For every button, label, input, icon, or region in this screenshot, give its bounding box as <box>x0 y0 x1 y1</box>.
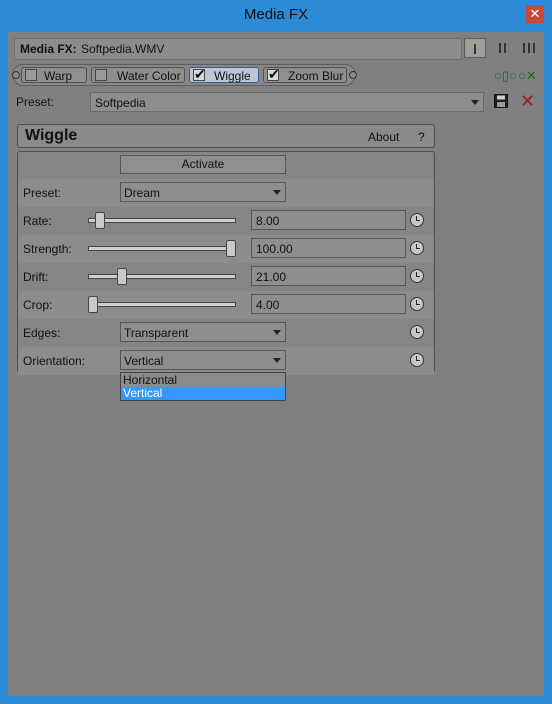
crop-value: 4.00 <box>256 298 280 312</box>
crop-slider-thumb[interactable] <box>88 296 98 313</box>
single-column-view-button[interactable] <box>464 38 486 58</box>
drift-slider-track[interactable] <box>88 274 236 279</box>
title-bar[interactable]: Media FX ✕ <box>0 0 552 32</box>
save-preset-icon[interactable] <box>494 94 508 108</box>
chain-item-label: Warp <box>44 69 73 83</box>
crop-slider-track[interactable] <box>88 302 236 307</box>
rate-slider-track[interactable] <box>88 218 236 223</box>
warp-checkbox[interactable] <box>25 69 37 81</box>
media-fx-bar: Media FX: Softpedia.WMV <box>14 38 462 60</box>
zoom-blur-checkbox[interactable] <box>267 66 280 83</box>
param-label: Drift: <box>23 270 49 284</box>
param-label: Crop: <box>23 298 53 312</box>
two-column-view-button[interactable] <box>492 38 514 58</box>
media-file-name: Softpedia.WMV <box>81 42 165 56</box>
strength-value-field[interactable]: 100.00 <box>251 238 406 258</box>
edges-value: Transparent <box>124 326 189 340</box>
orientation-select[interactable]: Vertical <box>120 350 286 370</box>
drift-slider-thumb[interactable] <box>116 268 127 285</box>
param-row-edges: Edges: Transparent <box>18 319 434 347</box>
chain-item-warp[interactable]: Warp <box>21 67 87 83</box>
chain-end-icon <box>349 71 357 79</box>
chevron-down-icon <box>273 358 281 363</box>
dropdown-option-vertical[interactable]: Vertical <box>121 387 285 400</box>
wiggle-parameters-panel: Activate Preset: Dream Rate: 8.00 Streng… <box>17 151 435 375</box>
close-button[interactable]: ✕ <box>526 5 544 23</box>
edges-keyframe-icon[interactable] <box>410 325 424 339</box>
preset-label: Preset: <box>16 95 55 109</box>
param-label: Orientation: <box>23 354 86 368</box>
param-row-rate: Rate: 8.00 <box>18 207 434 235</box>
param-row-preset: Preset: Dream <box>18 179 434 207</box>
drift-value: 21.00 <box>256 270 287 284</box>
delete-preset-icon[interactable]: ✕ <box>520 92 535 110</box>
param-label: Edges: <box>23 326 61 340</box>
orientation-dropdown-list: Horizontal Vertical <box>120 372 286 401</box>
window-title: Media FX <box>243 6 309 23</box>
rate-value: 8.00 <box>256 214 280 228</box>
chain-item-zoom-blur[interactable]: Zoom Blur <box>263 66 347 83</box>
chevron-down-icon <box>273 190 281 195</box>
rate-value-field[interactable]: 8.00 <box>251 210 406 230</box>
effect-preset-select[interactable]: Dream <box>120 182 286 202</box>
about-button[interactable]: About <box>368 130 399 144</box>
param-row-drift: Drift: 21.00 <box>18 263 434 291</box>
chain-item-label: Water Color <box>117 69 181 83</box>
edges-select[interactable]: Transparent <box>120 322 286 342</box>
param-row-crop: Crop: 4.00 <box>18 291 434 319</box>
param-row-orientation: Orientation: Vertical <box>18 347 434 375</box>
water-color-checkbox[interactable] <box>95 69 107 81</box>
strength-value: 100.00 <box>256 242 293 256</box>
preset-select[interactable]: Softpedia <box>90 92 484 112</box>
chain-item-water-color[interactable]: Water Color <box>91 67 185 83</box>
remove-plugin-icon[interactable]: ○✕ <box>518 68 537 84</box>
wiggle-checkbox[interactable] <box>193 66 206 83</box>
chevron-down-icon <box>471 100 479 105</box>
rate-slider-thumb[interactable] <box>94 212 105 229</box>
chain-item-wiggle[interactable]: Wiggle <box>189 66 259 83</box>
chain-start-icon <box>12 71 20 79</box>
param-label: Rate: <box>23 214 52 228</box>
chevron-down-icon <box>273 330 281 335</box>
drift-value-field[interactable]: 21.00 <box>251 266 406 286</box>
plugin-chain: Warp Water Color Wiggle Zoom Blur <box>12 64 357 86</box>
crop-value-field[interactable]: 4.00 <box>251 294 406 314</box>
param-label: Strength: <box>23 242 72 256</box>
chain-item-label: Zoom Blur <box>288 69 344 83</box>
chain-item-label: Wiggle <box>214 69 251 83</box>
strength-slider-thumb[interactable] <box>226 240 236 257</box>
rate-keyframe-icon[interactable] <box>410 213 424 227</box>
media-fx-window: Media FX ✕ Media FX: Softpedia.WMV Warp <box>0 0 552 704</box>
orientation-keyframe-icon[interactable] <box>410 353 424 367</box>
crop-keyframe-icon[interactable] <box>410 297 424 311</box>
param-label: Preset: <box>23 186 62 200</box>
plugin-header: Wiggle About ? <box>17 124 435 148</box>
param-row-strength: Strength: 100.00 <box>18 235 434 263</box>
drift-keyframe-icon[interactable] <box>410 269 424 283</box>
plugin-name: Wiggle <box>25 127 78 144</box>
help-button[interactable]: ? <box>418 130 425 144</box>
effect-preset-value: Dream <box>124 186 161 200</box>
orientation-value: Vertical <box>124 354 164 368</box>
plugin-chain-icon[interactable]: ○▯○ <box>494 68 517 84</box>
strength-keyframe-icon[interactable] <box>410 241 424 255</box>
client-area: Media FX: Softpedia.WMV Warp Water Color <box>8 32 544 696</box>
activate-button[interactable]: Activate <box>120 155 286 174</box>
media-fx-label: Media FX: <box>20 42 77 56</box>
three-column-view-button[interactable] <box>518 38 540 58</box>
strength-slider-track[interactable] <box>88 246 236 251</box>
preset-value: Softpedia <box>95 96 146 110</box>
